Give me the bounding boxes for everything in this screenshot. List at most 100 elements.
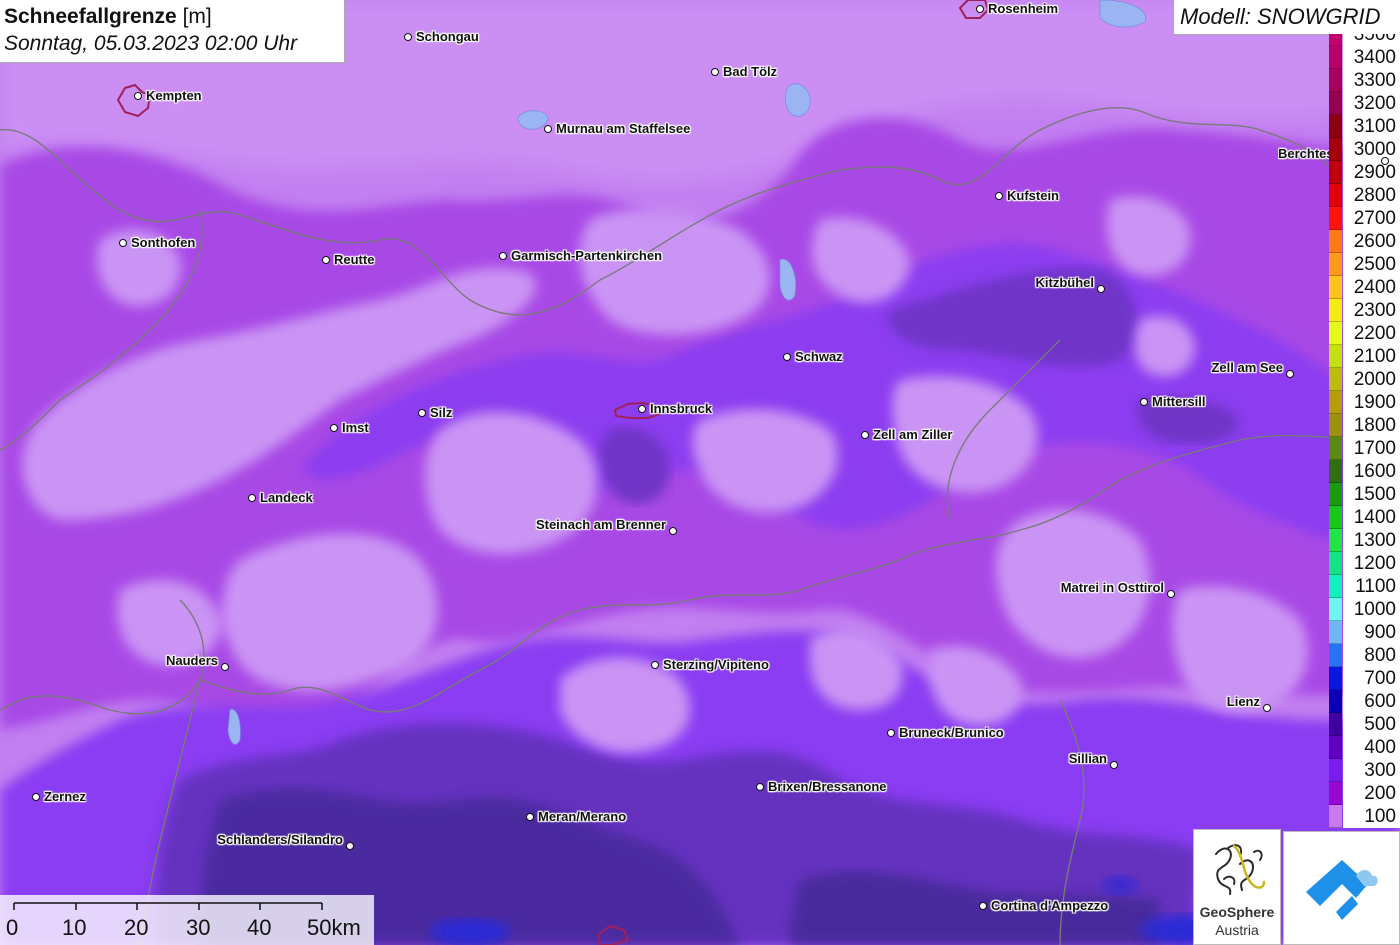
legend-swatch bbox=[1329, 667, 1342, 690]
city-marker bbox=[1097, 285, 1105, 293]
city-label[interactable]: Zell am Ziller bbox=[873, 427, 952, 442]
legend-value: 3000 bbox=[1343, 138, 1400, 161]
city-label[interactable]: Imst bbox=[342, 420, 369, 435]
scale-bar-line bbox=[13, 902, 323, 910]
city-label[interactable]: Schongau bbox=[416, 29, 479, 44]
city-label[interactable]: Kitzbühel bbox=[1036, 275, 1095, 290]
city-label[interactable]: Landeck bbox=[260, 490, 313, 505]
legend-swatch bbox=[1329, 713, 1342, 736]
city-marker bbox=[221, 663, 229, 671]
city-marker bbox=[119, 239, 127, 247]
city-label[interactable]: Reutte bbox=[334, 252, 374, 267]
legend-row: 800 bbox=[1329, 644, 1400, 667]
city-label[interactable]: Berchtesgaden bbox=[1278, 146, 1329, 161]
city-label[interactable]: Steinach am Brenner bbox=[536, 517, 666, 532]
city-label[interactable]: Mittersill bbox=[1152, 394, 1205, 409]
legend-row: 2200 bbox=[1329, 322, 1400, 345]
city-label[interactable]: Brixen/Bressanone bbox=[768, 779, 887, 794]
legend-value: 2800 bbox=[1343, 184, 1400, 207]
city-marker bbox=[322, 256, 330, 264]
model-label: Modell: SNOWGRID bbox=[1173, 0, 1400, 35]
city-label[interactable]: Kufstein bbox=[1007, 188, 1059, 203]
city-label[interactable]: Zell am See bbox=[1211, 360, 1283, 375]
legend-value: 800 bbox=[1343, 644, 1400, 667]
city-marker bbox=[861, 431, 869, 439]
scale-tick-0: 0 bbox=[6, 915, 19, 940]
legend-row: 1700 bbox=[1329, 437, 1400, 460]
city-marker bbox=[783, 353, 791, 361]
map-valid-time: Sonntag, 05.03.2023 02:00 Uhr bbox=[4, 32, 298, 55]
map-title-unit: [m] bbox=[182, 5, 212, 28]
city-label[interactable]: Murnau am Staffelsee bbox=[556, 121, 690, 136]
legend-swatch bbox=[1329, 92, 1342, 115]
legend-value: 2400 bbox=[1343, 276, 1400, 299]
legend-swatch bbox=[1329, 253, 1342, 276]
city-label[interactable]: Matrei in Osttirol bbox=[1061, 580, 1164, 595]
legend-row: 2500 bbox=[1329, 253, 1400, 276]
city-label[interactable]: Garmisch-Partenkirchen bbox=[511, 248, 662, 263]
legend-row: 1200 bbox=[1329, 552, 1400, 575]
legend-swatch bbox=[1329, 207, 1342, 230]
avalanche-warning-logo[interactable] bbox=[1283, 831, 1400, 945]
scale-tick-10: 10 bbox=[62, 915, 87, 940]
legend-swatch bbox=[1329, 345, 1342, 368]
city-label[interactable]: Schwaz bbox=[795, 349, 843, 364]
legend-row: 500 bbox=[1329, 713, 1400, 736]
city-marker bbox=[248, 494, 256, 502]
city-label[interactable]: Bad Tölz bbox=[723, 64, 777, 79]
legend-row: 200 bbox=[1329, 782, 1400, 805]
legend-swatch bbox=[1329, 506, 1342, 529]
city-label[interactable]: Sterzing/Vipiteno bbox=[663, 657, 769, 672]
city-marker bbox=[134, 92, 142, 100]
color-legend: 3500 3400 3300 3200 3100 3000 2900 2800 2700 2600… bbox=[1329, 34, 1400, 831]
legend-row: 3100 bbox=[1329, 115, 1400, 138]
city-label[interactable]: Meran/Merano bbox=[538, 809, 626, 824]
legend-row: 2600 bbox=[1329, 230, 1400, 253]
legend-row: 2800 bbox=[1329, 184, 1400, 207]
city-label[interactable]: Bruneck/Brunico bbox=[899, 725, 1004, 740]
legend-swatch bbox=[1329, 621, 1342, 644]
legend-swatch bbox=[1329, 782, 1342, 805]
city-label[interactable]: Sillian bbox=[1069, 751, 1107, 766]
geosphere-logo[interactable]: GeoSphere Austria bbox=[1193, 829, 1281, 945]
legend-value: 1700 bbox=[1343, 437, 1400, 460]
city-label[interactable]: Sonthofen bbox=[131, 235, 195, 250]
city-label[interactable]: Innsbruck bbox=[650, 401, 712, 416]
zone-700-pocket-south bbox=[430, 918, 510, 945]
legend-row: 400 bbox=[1329, 736, 1400, 759]
city-label[interactable]: Nauders bbox=[166, 653, 218, 668]
legend-value: 3400 bbox=[1343, 46, 1400, 69]
city-label[interactable]: Kempten bbox=[146, 88, 202, 103]
legend-value: 1400 bbox=[1343, 506, 1400, 529]
legend-row: 300 bbox=[1329, 759, 1400, 782]
city-label[interactable]: Schlanders/Silandro bbox=[217, 832, 343, 847]
legend-row: 100 bbox=[1329, 805, 1400, 828]
legend-swatch bbox=[1329, 391, 1342, 414]
city-label[interactable]: Rosenheim bbox=[988, 1, 1058, 16]
legend-row: 2000 bbox=[1329, 368, 1400, 391]
geosphere-emblem-icon bbox=[1215, 844, 1266, 895]
legend-value: 500 bbox=[1343, 713, 1400, 736]
city-label[interactable]: Cortina d'Ampezzo bbox=[991, 898, 1108, 913]
legend-row: 1900 bbox=[1329, 391, 1400, 414]
legend-swatch bbox=[1329, 598, 1342, 621]
legend-value: 2300 bbox=[1343, 299, 1400, 322]
legend-value: 3200 bbox=[1343, 92, 1400, 115]
legend-swatch bbox=[1329, 184, 1342, 207]
city-marker bbox=[669, 527, 677, 535]
city-label[interactable]: Lienz bbox=[1227, 694, 1260, 709]
legend-swatch bbox=[1329, 759, 1342, 782]
legend-row: 3000 bbox=[1329, 138, 1400, 161]
city-label[interactable]: Zernez bbox=[44, 789, 86, 804]
map-title-panel: Schneefallgrenze [m] Sonntag, 05.03.2023… bbox=[0, 0, 345, 63]
legend-row: 3400 bbox=[1329, 46, 1400, 69]
legend-row: 2700 bbox=[1329, 207, 1400, 230]
city-marker bbox=[1110, 761, 1118, 769]
city-label[interactable]: Silz bbox=[430, 405, 452, 420]
legend-value: 3100 bbox=[1343, 115, 1400, 138]
legend-value: 2700 bbox=[1343, 207, 1400, 230]
legend-swatch bbox=[1329, 805, 1342, 828]
legend-row: 1800 bbox=[1329, 414, 1400, 437]
legend-swatch bbox=[1329, 230, 1342, 253]
legend-row: 600 bbox=[1329, 690, 1400, 713]
